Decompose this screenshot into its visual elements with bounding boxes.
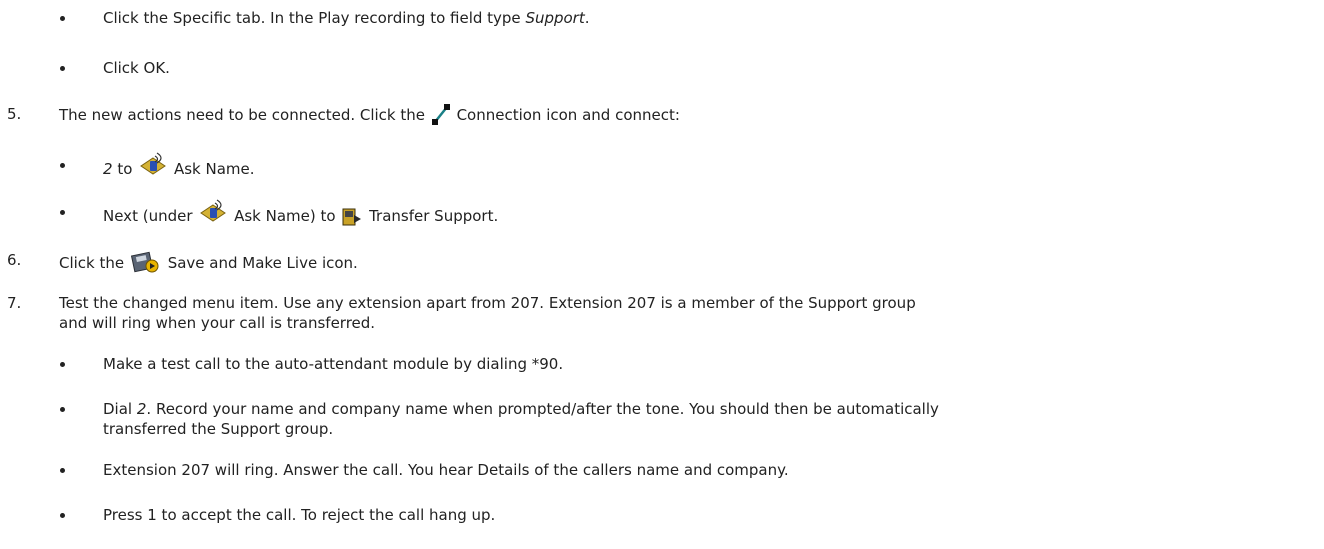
ask-name-recording-icon [199, 199, 227, 232]
step7-line2: and will ring when your call is transfer… [59, 314, 376, 332]
instruction-document: Click the Specific tab. In the Play reco… [0, 0, 1324, 549]
step5-bullet-2-to-ask-name: 2 to Ask Name. [103, 152, 255, 185]
dial-text: Dial [103, 400, 137, 418]
step-number: 5. [7, 105, 22, 123]
step7-bullet-dial-2: Dial 2. Record your name and company nam… [103, 399, 939, 419]
key-2: 2 [136, 400, 147, 418]
step7-line1: Test the changed menu item. Use any exte… [59, 294, 916, 312]
key-2: 2 [103, 160, 113, 178]
connection-label: Connection [456, 106, 542, 124]
step7-bullet-press-1: Press 1 to accept the call. To reject th… [103, 506, 496, 524]
transfer-icon [342, 207, 362, 232]
step5-text-pre: The new actions need to be connected. Cl… [59, 106, 425, 124]
step7-bullet-dial-2-cont: transferred the Support group. [103, 420, 334, 438]
ask-name-recording-icon [139, 152, 167, 185]
dial-text-rest: . Record your name and company name when… [146, 400, 939, 418]
transfer-support-label: Transfer Support. [369, 207, 499, 225]
step5-text: The new actions need to be connected. Cl… [59, 104, 680, 131]
bullet-dot [60, 16, 65, 21]
step-number: 6. [7, 251, 22, 269]
bullet-text: Click the Specific tab. In the Play reco… [103, 9, 526, 27]
step6-text: Click the Save and Make Live icon. [59, 248, 358, 279]
step7-bullet-extension-ring: Extension 207 will ring. Answer the call… [103, 461, 789, 479]
connection-line-icon [431, 104, 450, 131]
bullet-dot [60, 468, 65, 473]
step6-post: Save and Make Live icon. [167, 254, 358, 272]
next-under-text: Next (under [103, 207, 193, 225]
ask-name-ref: Ask Name) to [234, 207, 336, 225]
bullet-dot [60, 407, 65, 412]
step4-bullet-specific-tab: Click the Specific tab. In the Play reco… [103, 8, 590, 28]
bullet-dot [60, 210, 65, 215]
step7-bullet-test-call: Make a test call to the auto-attendant m… [103, 355, 564, 373]
step4-bullet-click-ok: Click OK. [103, 59, 170, 77]
bullet-text-end: . [584, 9, 590, 27]
bullet-dot [60, 362, 65, 367]
to-text: to [117, 160, 133, 178]
step6-pre: Click the [59, 254, 125, 272]
bullet-dot [60, 163, 65, 168]
support-term: Support [525, 9, 585, 27]
step5-text-post: icon and connect: [546, 106, 680, 124]
ask-name-label: Ask Name. [173, 160, 255, 178]
step5-bullet-next-to-transfer: Next (under Ask Name) to Transfer Suppor… [103, 199, 498, 232]
save-and-make-live-icon [130, 248, 161, 279]
bullet-dot [60, 513, 65, 518]
bullet-dot [60, 66, 65, 71]
step-number: 7. [7, 294, 22, 312]
